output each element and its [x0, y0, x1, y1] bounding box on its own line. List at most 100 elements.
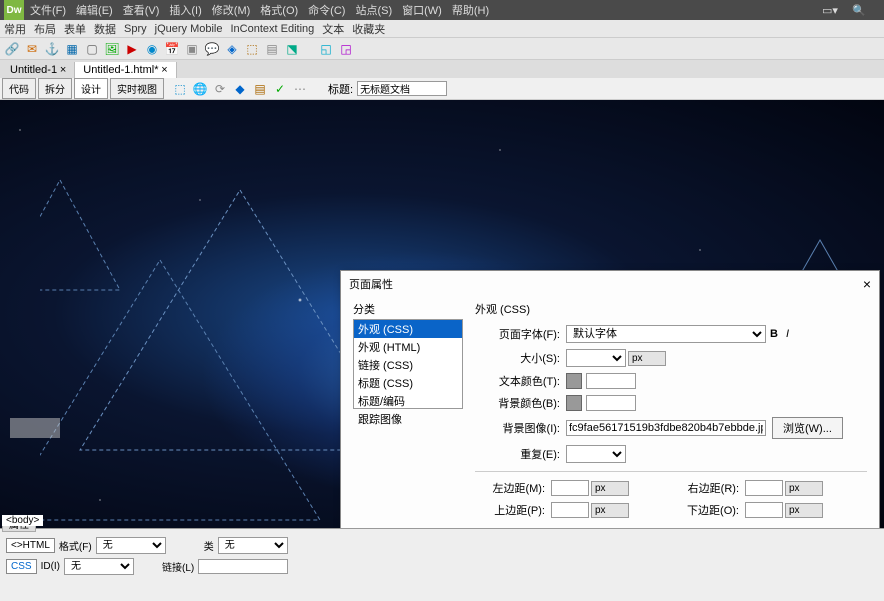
- repeat-select[interactable]: [566, 445, 626, 463]
- insert-toolbar: 常用 布局 表单 数据 Spry jQuery Mobile InContext…: [0, 20, 884, 38]
- cat-headings-css[interactable]: 标题 (CSS): [354, 374, 462, 392]
- image-icon[interactable]: 🖼: [104, 41, 120, 57]
- top-margin-input[interactable]: [551, 502, 589, 518]
- tab-data[interactable]: 数据: [94, 21, 116, 37]
- bottom-margin-input[interactable]: [745, 502, 783, 518]
- tab-common[interactable]: 常用: [4, 21, 26, 37]
- props-css-tab[interactable]: CSS: [6, 559, 37, 574]
- head-icon[interactable]: ◈: [224, 41, 240, 57]
- bg-color-swatch[interactable]: [566, 395, 582, 411]
- text-color-swatch[interactable]: [566, 373, 582, 389]
- class-label: 类: [204, 538, 214, 553]
- template-icon[interactable]: ▤: [264, 41, 280, 57]
- close-icon[interactable]: ×: [863, 276, 871, 292]
- size-unit[interactable]: px: [628, 351, 666, 366]
- date-icon[interactable]: 📅: [164, 41, 180, 57]
- menu-edit[interactable]: 编辑(E): [76, 2, 113, 18]
- menu-view[interactable]: 查看(V): [123, 2, 160, 18]
- cat-appearance-css[interactable]: 外观 (CSS): [354, 320, 462, 338]
- menu-help[interactable]: 帮助(H): [452, 2, 489, 18]
- search-icon[interactable]: 🔍: [852, 4, 866, 17]
- server-icon[interactable]: ▣: [184, 41, 200, 57]
- view-code-button[interactable]: 代码: [2, 78, 36, 99]
- left-margin-unit[interactable]: px: [591, 481, 629, 496]
- globe-icon[interactable]: 🌐: [192, 81, 208, 97]
- anchor-icon[interactable]: ⚓: [44, 41, 60, 57]
- menu-insert[interactable]: 插入(I): [169, 2, 201, 18]
- dialog-title: 页面属性: [349, 276, 393, 292]
- menu-site[interactable]: 站点(S): [355, 2, 392, 18]
- id-select[interactable]: 无: [64, 558, 134, 575]
- comment-icon[interactable]: 💬: [204, 41, 220, 57]
- view-split-button[interactable]: 拆分: [38, 78, 72, 99]
- category-label: 分类: [353, 301, 463, 317]
- left-margin-input[interactable]: [551, 480, 589, 496]
- cat-appearance-html[interactable]: 外观 (HTML): [354, 338, 462, 356]
- tab-text[interactable]: 文本: [322, 21, 344, 37]
- tag-selector[interactable]: <body>: [2, 515, 43, 526]
- menu-command[interactable]: 命令(C): [308, 2, 345, 18]
- cat-links-css[interactable]: 链接 (CSS): [354, 356, 462, 374]
- nav-icon[interactable]: ◆: [232, 81, 248, 97]
- italic-button[interactable]: I: [786, 328, 789, 340]
- format-select[interactable]: 无: [96, 537, 166, 554]
- right-margin-unit[interactable]: px: [785, 481, 823, 496]
- bottom-margin-unit[interactable]: px: [785, 503, 823, 518]
- div-icon[interactable]: ▢: [84, 41, 100, 57]
- more-icon[interactable]: ⋯: [292, 81, 308, 97]
- extra2-icon[interactable]: ◲: [338, 41, 354, 57]
- size-select[interactable]: [566, 349, 626, 367]
- repeat-label: 重复(E):: [475, 446, 560, 462]
- view-design-button[interactable]: 设计: [74, 78, 108, 99]
- menu-format[interactable]: 格式(O): [260, 2, 298, 18]
- extra1-icon[interactable]: ◱: [318, 41, 334, 57]
- right-margin-label: 右边距(R):: [669, 480, 739, 496]
- bold-button[interactable]: B: [770, 328, 778, 340]
- menu-modify[interactable]: 修改(M): [212, 2, 251, 18]
- link-icon[interactable]: 🔗: [4, 41, 20, 57]
- mail-icon[interactable]: ✉: [24, 41, 40, 57]
- link-input[interactable]: [198, 559, 288, 574]
- top-margin-unit[interactable]: px: [591, 503, 629, 518]
- close-icon[interactable]: ×: [60, 64, 66, 76]
- layout-icon[interactable]: ▭▾: [822, 4, 836, 17]
- tab-jquery[interactable]: jQuery Mobile: [155, 23, 223, 35]
- refresh-icon[interactable]: ⟳: [212, 81, 228, 97]
- cat-tracing-image[interactable]: 跟踪图像: [354, 410, 462, 428]
- close-icon[interactable]: ×: [161, 64, 167, 76]
- widget-icon[interactable]: ◉: [144, 41, 160, 57]
- tag-icon[interactable]: ⬔: [284, 41, 300, 57]
- font-select[interactable]: 默认字体: [566, 325, 766, 343]
- title-input[interactable]: [357, 81, 447, 96]
- menu-file[interactable]: 文件(F): [30, 2, 66, 18]
- text-color-input[interactable]: [586, 373, 636, 389]
- bg-color-input[interactable]: [586, 395, 636, 411]
- script-icon[interactable]: ⬚: [244, 41, 260, 57]
- cat-title-encoding[interactable]: 标题/编码: [354, 392, 462, 410]
- class-select[interactable]: 无: [218, 537, 288, 554]
- text-color-label: 文本颜色(T):: [475, 373, 560, 389]
- media-icon[interactable]: ▶: [124, 41, 140, 57]
- tab-doc-1[interactable]: Untitled-1 ×: [2, 62, 75, 78]
- inspect-icon[interactable]: ⬚: [172, 81, 188, 97]
- props-html-tab[interactable]: <>HTML: [6, 538, 55, 553]
- tab-layout[interactable]: 布局: [34, 21, 56, 37]
- tab-spry[interactable]: Spry: [124, 23, 147, 35]
- right-margin-input[interactable]: [745, 480, 783, 496]
- title-label: 标题:: [328, 81, 353, 97]
- view-live-button[interactable]: 实时视图: [110, 78, 164, 99]
- category-list[interactable]: 外观 (CSS) 外观 (HTML) 链接 (CSS) 标题 (CSS) 标题/…: [353, 319, 463, 409]
- section-title: 外观 (CSS): [475, 301, 867, 317]
- tab-form[interactable]: 表单: [64, 21, 86, 37]
- tab-doc-2[interactable]: Untitled-1.html* ×: [75, 62, 176, 78]
- size-label: 大小(S):: [475, 350, 560, 366]
- tab-incontext[interactable]: InContext Editing: [230, 23, 314, 35]
- bg-image-input[interactable]: [566, 420, 766, 436]
- check-icon[interactable]: ✓: [272, 81, 288, 97]
- tab-fav[interactable]: 收藏夹: [352, 21, 385, 37]
- table-icon[interactable]: ▦: [64, 41, 80, 57]
- menu-window[interactable]: 窗口(W): [402, 2, 442, 18]
- browse-button[interactable]: 浏览(W)...: [772, 417, 843, 439]
- properties-panel: 属性 <>HTML 格式(F) 无 类 无 CSS ID(I) 无 链接(L): [0, 528, 884, 601]
- opts-icon[interactable]: ▤: [252, 81, 268, 97]
